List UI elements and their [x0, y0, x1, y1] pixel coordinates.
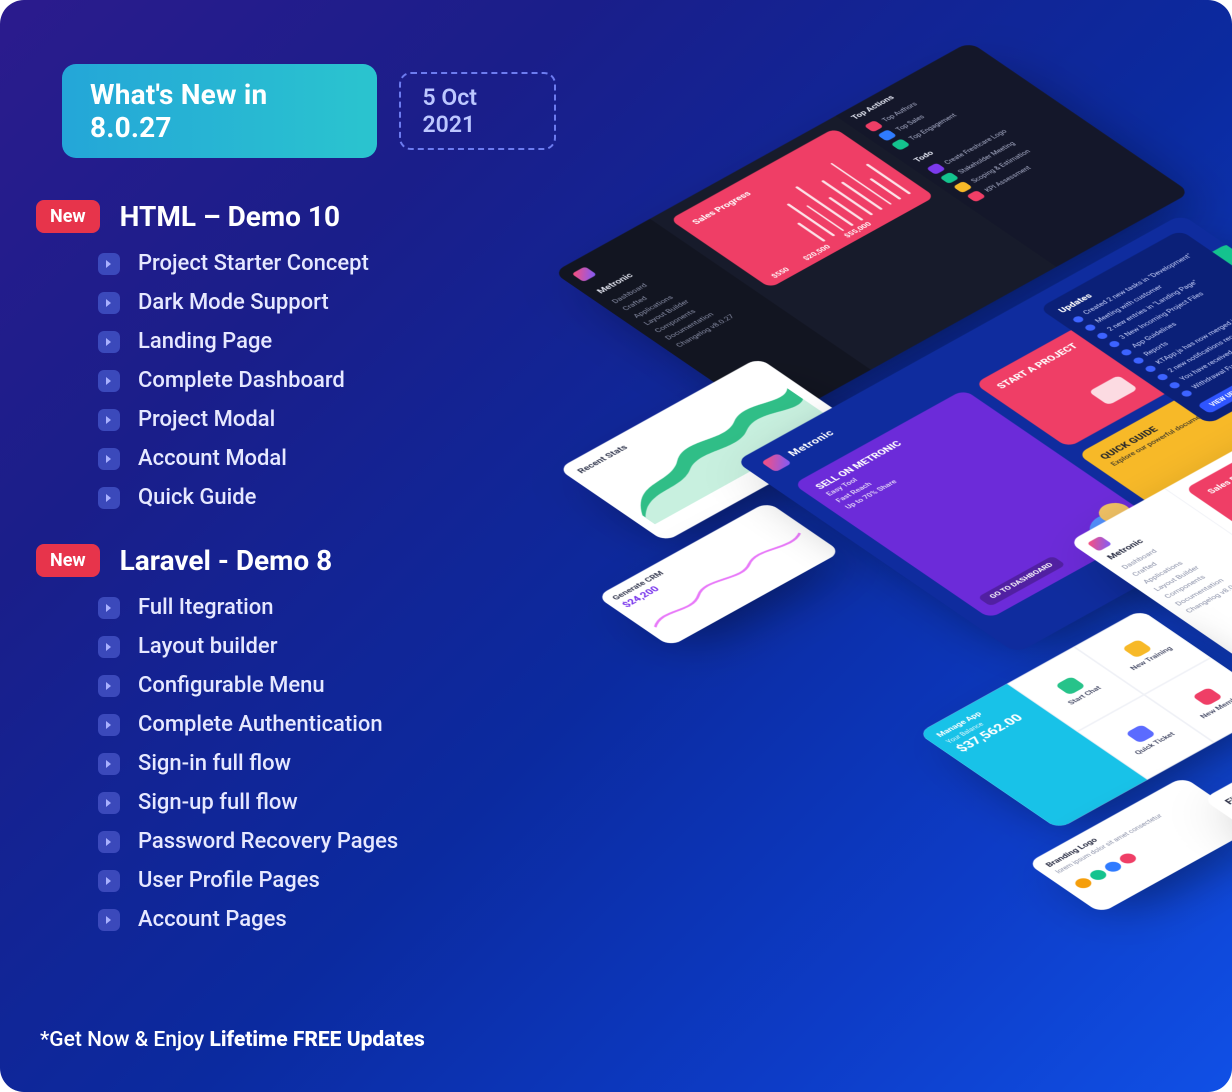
metronic-logo-icon — [761, 453, 792, 472]
new-tag: New — [36, 200, 100, 233]
bullet-icon — [1155, 373, 1169, 382]
bullet-icon — [1168, 381, 1182, 390]
chevron-right-icon — [98, 487, 120, 509]
chevron-right-icon — [98, 714, 120, 736]
changelog-item: Complete Authentication — [98, 712, 556, 737]
chevron-right-icon — [98, 292, 120, 314]
bullet-icon — [1180, 389, 1194, 398]
metronic-logo-icon — [572, 266, 597, 282]
footer-note: *Get Now & Enjoy Lifetime FREE Updates — [40, 1028, 425, 1052]
bullet-icon — [1071, 315, 1085, 324]
bullet-icon — [1083, 323, 1097, 332]
chevron-right-icon — [98, 753, 120, 775]
chevron-right-icon — [98, 909, 120, 931]
changelog-item-label: Landing Page — [138, 329, 272, 354]
changelog-item-label: Account Pages — [138, 907, 287, 932]
chevron-right-icon — [98, 792, 120, 814]
mockup-crm-card: Generate CRM $24,200 — [597, 502, 842, 647]
changelog-item: Sign-up full flow — [98, 790, 556, 815]
bullet-icon — [1143, 364, 1157, 373]
changelog-item-label: Full Itegration — [138, 595, 274, 620]
changelog-item: Configurable Menu — [98, 673, 556, 698]
bullet-icon — [1107, 340, 1121, 349]
bullet-icon — [1095, 331, 1109, 340]
changelog-item-label: Complete Dashboard — [138, 368, 345, 393]
changelog-item: Layout builder — [98, 634, 556, 659]
changelog-item: Project Starter Concept — [98, 251, 556, 276]
changelog-item-label: Sign-in full flow — [138, 751, 291, 776]
changelog-item-label: Quick Guide — [138, 485, 256, 510]
changelog-item-label: Configurable Menu — [138, 673, 325, 698]
chevron-right-icon — [98, 253, 120, 275]
chevron-right-icon — [98, 370, 120, 392]
changelog-item-label: User Profile Pages — [138, 868, 320, 893]
changelog-item-label: Password Recovery Pages — [138, 829, 398, 854]
chevron-right-icon — [98, 870, 120, 892]
bullet-icon — [1131, 356, 1145, 365]
new-tag: New — [36, 544, 100, 577]
changelog-item: User Profile Pages — [98, 868, 556, 893]
bullet-icon — [1119, 348, 1133, 357]
release-date-badge: 5 Oct 2021 — [399, 72, 556, 150]
chevron-right-icon — [98, 675, 120, 697]
changelog-item-label: Sign-up full flow — [138, 790, 298, 815]
chevron-right-icon — [98, 409, 120, 431]
changelog-item-label: Dark Mode Support — [138, 290, 329, 315]
whats-new-badge: What's New in 8.0.27 — [62, 64, 377, 158]
changelog-item: Dark Mode Support — [98, 290, 556, 315]
changelog-item-label: Layout builder — [138, 634, 277, 659]
changelog-item: Password Recovery Pages — [98, 829, 556, 854]
chevron-right-icon — [98, 636, 120, 658]
section-title: HTML – Demo 10 — [120, 200, 340, 233]
changelog-item-label: Project Modal — [138, 407, 275, 432]
chevron-right-icon — [98, 597, 120, 619]
changelog-item-label: Complete Authentication — [138, 712, 383, 737]
changelog-item-label: Project Starter Concept — [138, 251, 369, 276]
chevron-right-icon — [98, 831, 120, 853]
changelog-item: Sign-in full flow — [98, 751, 556, 776]
section-title: Laravel - Demo 8 — [120, 544, 333, 577]
changelog-item: Account Pages — [98, 907, 556, 932]
chevron-right-icon — [98, 448, 120, 470]
chevron-right-icon — [98, 331, 120, 353]
